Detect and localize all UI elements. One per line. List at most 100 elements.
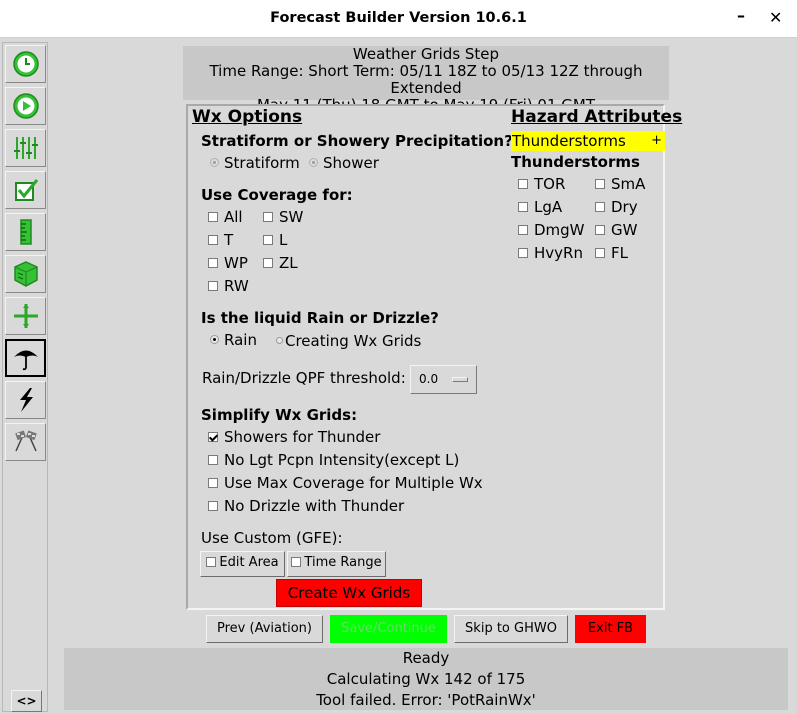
wx-options-panel: Wx Options Stratiform or Showery Precipi… <box>186 104 682 610</box>
cube-icon <box>13 261 38 287</box>
clock-icon <box>12 51 39 77</box>
window-title: Forecast Builder Version 10.6.1 <box>270 10 527 26</box>
skip-to-ghwo-button[interactable]: Skip to GHWO <box>454 615 568 643</box>
max-coverage-checkbox[interactable]: Use Max Coverage for Multiple Wx <box>208 474 483 492</box>
radio-shower-indicator <box>309 158 318 167</box>
radio-creating-wx-label: Creating Wx Grids <box>285 332 422 350</box>
showers-for-thunder-label: Showers for Thunder <box>224 428 381 446</box>
coverage-l-checkbox[interactable]: L <box>263 231 287 249</box>
radio-creating-wx-indicator <box>276 337 283 344</box>
toolbar-checkbox-button[interactable] <box>5 171 46 209</box>
time-range-label: Time Range <box>304 555 382 570</box>
coverage-rw-checkbox[interactable]: RW <box>208 277 249 295</box>
radio-rain-indicator <box>210 335 219 344</box>
wx-options-title: Wx Options <box>192 107 303 127</box>
coverage-t-label: T <box>224 231 234 249</box>
minimize-button[interactable]: – <box>737 6 745 25</box>
prev-aviation-button[interactable]: Prev (Aviation) <box>206 615 323 643</box>
status-error: Tool failed. Error: 'PotRainWx' <box>316 691 536 709</box>
coverage-zl-checkbox[interactable]: ZL <box>263 254 298 272</box>
qpf-threshold-value: 0.0 <box>419 372 439 386</box>
step-header: Weather Grids Step Time Range: Short Ter… <box>183 45 669 114</box>
hazard-dmgw-label: DmgW <box>534 221 585 239</box>
hazard-lga-checkbox[interactable]: LgA <box>518 198 562 216</box>
edit-area-button[interactable]: Edit Area <box>200 551 285 577</box>
hazard-fl-checkbox[interactable]: FL <box>595 244 628 262</box>
sliders-icon <box>13 137 38 159</box>
qpf-threshold-dropdown[interactable]: 0.0 <box>410 365 477 394</box>
window-titlebar: Forecast Builder Version 10.6.1 – ✕ <box>0 0 797 38</box>
radio-stratiform-indicator <box>210 158 219 167</box>
create-wx-grids-button[interactable]: Create Wx Grids <box>276 579 422 607</box>
coverage-l-label: L <box>279 231 288 249</box>
coverage-zl-label: ZL <box>279 254 298 272</box>
hazard-sma-checkbox[interactable]: SmA <box>595 175 645 193</box>
toolbar-umbrella-button[interactable] <box>5 339 46 377</box>
status-progress: Calculating Wx 142 of 175 <box>326 670 526 688</box>
lightning-icon <box>19 388 33 412</box>
edit-area-checkbox <box>206 556 217 567</box>
coverage-wp-label: WP <box>224 254 248 272</box>
radio-shower[interactable]: Shower <box>309 154 379 172</box>
hazard-gw-label: GW <box>611 221 638 239</box>
save-continue-button[interactable]: Save/Continue <box>330 615 447 643</box>
umbrella-icon <box>13 350 38 371</box>
crosshair-icon <box>13 304 38 328</box>
radio-rain-label: Rain <box>224 331 257 349</box>
close-button[interactable]: ✕ <box>769 8 782 27</box>
toolbar-ruler-button[interactable] <box>5 213 46 251</box>
hazard-dry-checkbox[interactable]: Dry <box>595 198 638 216</box>
checkered-flags-icon <box>14 430 37 452</box>
hazard-attributes-title: Hazard Attributes <box>511 107 683 127</box>
time-range-line1: Time Range: Short Term: 05/11 18Z to 05/… <box>209 62 643 97</box>
radio-shower-label: Shower <box>323 154 379 172</box>
status-ready: Ready <box>402 649 450 667</box>
custom-gfe-label: Use Custom (GFE): <box>201 529 343 547</box>
checkbox-icon <box>14 179 38 201</box>
toolbar-flags-button[interactable] <box>5 423 46 461</box>
simplify-label: Simplify Wx Grids: <box>201 406 358 424</box>
liquid-question: Is the liquid Rain or Drizzle? <box>201 309 439 327</box>
hazard-selected-value: Thunderstorms <box>512 132 626 150</box>
play-icon <box>12 93 39 119</box>
radio-rain[interactable]: Rain <box>210 331 257 349</box>
toolbar-lightning-button[interactable] <box>5 381 46 419</box>
no-drizzle-label: No Drizzle with Thunder <box>224 497 405 515</box>
exit-fb-button[interactable]: Exit FB <box>575 615 646 643</box>
hazard-sma-label: SmA <box>611 175 646 193</box>
hazard-dry-label: Dry <box>611 198 638 216</box>
hazard-dmgw-checkbox[interactable]: DmgW <box>518 221 585 239</box>
toolbar-clock-button[interactable] <box>5 45 46 83</box>
status-area: Ready Calculating Wx 142 of 175 Tool fai… <box>64 648 788 710</box>
qpf-threshold-label: Rain/Drizzle QPF threshold: <box>202 369 406 387</box>
no-drizzle-checkbox[interactable]: No Drizzle with Thunder <box>208 497 404 515</box>
coverage-sw-checkbox[interactable]: SW <box>263 208 303 226</box>
coverage-wp-checkbox[interactable]: WP <box>208 254 248 272</box>
coverage-all-checkbox[interactable]: All <box>208 208 243 226</box>
radio-creating-wx[interactable]: Creating Wx Grids <box>276 332 421 350</box>
hazard-tor-checkbox[interactable]: TOR <box>518 175 565 193</box>
step-toolbar: <> <box>2 42 48 712</box>
hazard-fl-label: FL <box>611 244 628 262</box>
coverage-all-label: All <box>224 208 243 226</box>
expand-icon: + <box>651 133 662 148</box>
coverage-t-checkbox[interactable]: T <box>208 231 233 249</box>
precip-question: Stratiform or Showery Precipitation? <box>201 132 513 150</box>
radio-stratiform-label: Stratiform <box>224 154 300 172</box>
toolbar-cube-button[interactable] <box>5 255 46 293</box>
time-range-button[interactable]: Time Range <box>287 551 386 577</box>
ruler-icon <box>19 219 32 245</box>
toolbar-play-button[interactable] <box>5 87 46 125</box>
hazard-gw-checkbox[interactable]: GW <box>595 221 637 239</box>
step-name: Weather Grids Step <box>352 45 500 63</box>
hazard-selector[interactable]: Thunderstorms + <box>511 131 665 151</box>
showers-for-thunder-checkbox[interactable]: Showers for Thunder <box>208 428 380 446</box>
toolbar-sliders-button[interactable] <box>5 129 46 167</box>
dropdown-indicator-icon <box>452 377 468 382</box>
hazard-hvyrn-checkbox[interactable]: HvyRn <box>518 244 583 262</box>
no-lgt-pcpn-checkbox[interactable]: No Lgt Pcpn Intensity(except L) <box>208 451 459 469</box>
toolbar-crosshair-button[interactable] <box>5 297 46 335</box>
radio-stratiform[interactable]: Stratiform <box>210 154 300 172</box>
hazard-tor-label: TOR <box>534 175 566 193</box>
toolbar-toggle-button[interactable]: <> <box>11 690 42 712</box>
